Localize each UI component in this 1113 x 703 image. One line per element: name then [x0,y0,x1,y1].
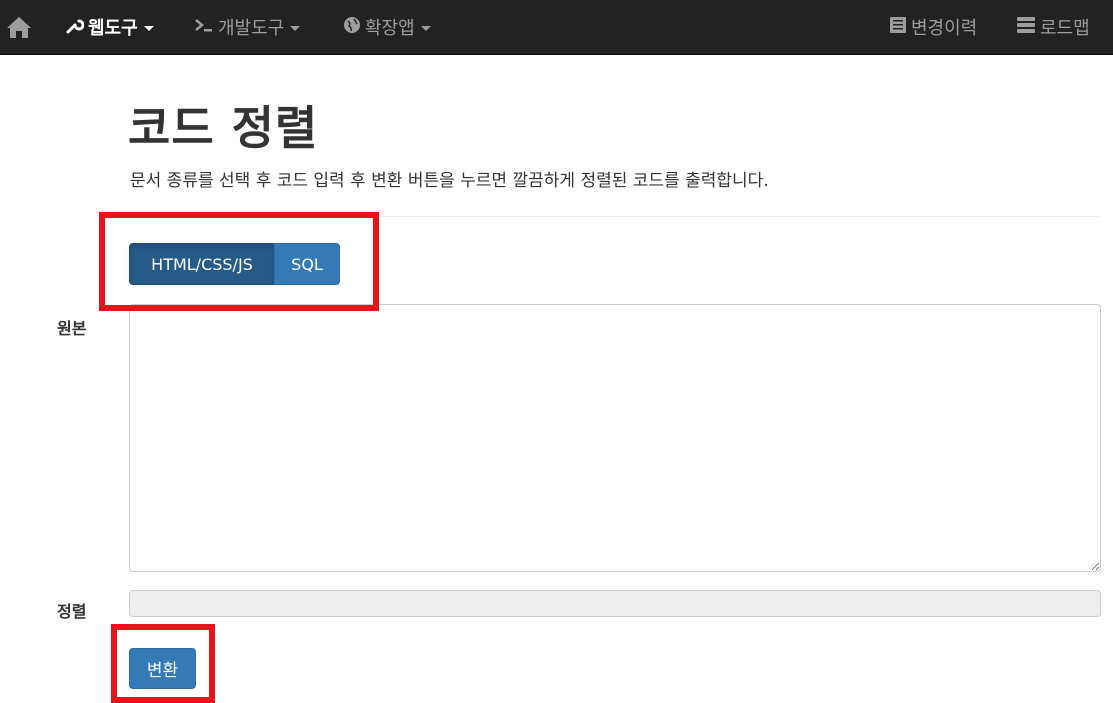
nav-web-tools[interactable]: 웹도구 [66,0,154,54]
sorted-code-output [129,590,1101,617]
home-icon [7,17,31,38]
page-title: 코드 정렬 [128,101,319,155]
page-description: 문서 종류를 선택 후 코드 입력 후 변환 버튼을 누르면 깔끔하게 정렬된 … [130,171,769,191]
wrench-icon [66,16,85,39]
top-navbar: 웹도구 개발도구 확장앱 변경이력 로드맵 [0,0,1113,55]
original-code-input[interactable] [129,304,1101,572]
nav-roadmap-label: 로드맵 [1040,18,1090,39]
caret-down-icon [420,25,431,31]
nav-change-log[interactable]: 변경이력 [889,0,977,54]
tasks-icon [1016,16,1036,39]
nav-roadmap[interactable]: 로드맵 [1016,0,1090,54]
nav-dev-tools-label: 개발도구 [218,18,285,39]
nav-web-tools-label: 웹도구 [88,18,138,39]
globe-icon [343,16,361,39]
nav-change-log-label: 변경이력 [911,18,978,39]
terminal-icon [194,17,214,38]
highlight-box-convert-button [111,624,215,703]
nav-ext-apps[interactable]: 확장앱 [343,0,431,54]
original-label: 원본 [57,319,87,338]
caret-down-icon [290,25,301,31]
caret-down-icon [143,25,154,31]
nav-dev-tools[interactable]: 개발도구 [194,0,301,54]
highlight-box-type-selector [99,212,379,311]
home-link[interactable] [6,0,32,54]
result-label: 정렬 [57,602,87,621]
nav-ext-apps-label: 확장앱 [365,18,415,39]
list-alt-icon [889,16,907,39]
